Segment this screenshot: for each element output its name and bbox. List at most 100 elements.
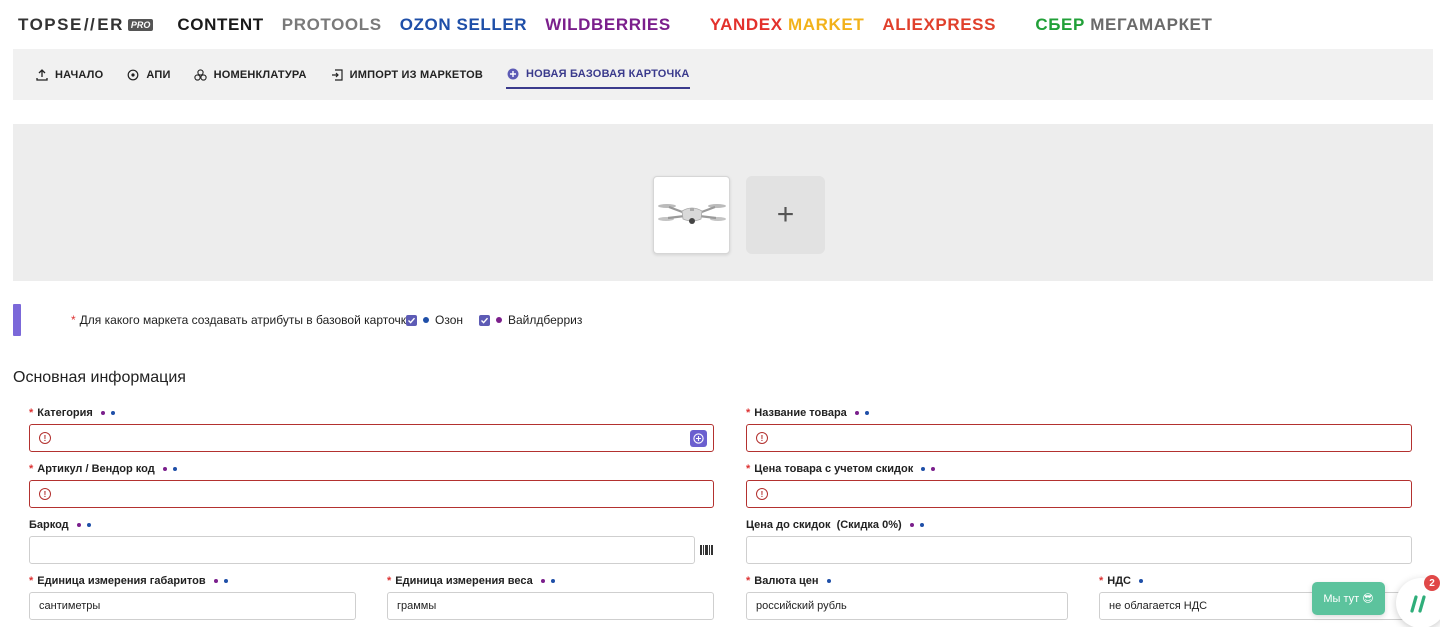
wb-dot-icon <box>76 523 81 527</box>
import-icon <box>330 68 344 82</box>
add-image-button[interactable]: + <box>746 176 825 254</box>
nomenclature-icon <box>194 68 208 82</box>
topnav-ozon-seller[interactable]: OZON SELLER <box>400 15 528 35</box>
checkbox-checked-icon <box>479 314 490 326</box>
error-icon: ! <box>39 432 51 444</box>
vat-value: не облагается НДС <box>1109 600 1208 612</box>
currency-label-text: Валюта цен <box>754 575 819 587</box>
barcode-generate-icon[interactable] <box>700 545 713 555</box>
ozon-dot-icon <box>864 411 869 415</box>
topnav-yandex-part: YANDEX <box>709 15 789 34</box>
vat-label-text: НДС <box>1107 575 1132 587</box>
market-dots <box>100 411 121 415</box>
ozon-dot-icon <box>86 523 91 527</box>
market-dots <box>826 579 837 583</box>
required-mark: * <box>29 575 34 587</box>
category-input[interactable]: ! <box>29 424 714 452</box>
topnav-yandex-market[interactable]: YANDEX MARKET <box>689 0 865 55</box>
chat-notification-badge: 2 <box>1424 575 1440 591</box>
currency-select[interactable]: российский рубль <box>746 592 1068 620</box>
drone-image <box>657 204 726 224</box>
subnav-item-api[interactable]: АПИ <box>126 65 170 85</box>
dim-unit-label: * Единица измерения габаритов <box>29 575 234 587</box>
market-dots <box>162 467 183 471</box>
topnav-protools[interactable]: PROTOOLS <box>282 15 382 35</box>
subnav-item-label: НАЧАЛО <box>55 69 104 81</box>
logo-text-end: ER <box>97 15 124 34</box>
product-image-thumbnail[interactable] <box>653 176 730 254</box>
checkbox-ozon[interactable]: Озон <box>406 313 463 327</box>
topnav-wildberries[interactable]: WILDBERRIES <box>545 15 671 35</box>
article-input[interactable]: ! <box>29 480 714 508</box>
category-label-text: Категория <box>37 407 93 419</box>
required-mark: * <box>746 463 751 475</box>
topnav-sber-megamarket[interactable]: СБЕР МЕГАМАРКЕТ <box>1014 0 1212 55</box>
section-title: Основная информация <box>13 369 186 386</box>
article-label: * Артикул / Вендор код <box>29 463 183 475</box>
barcode-input[interactable] <box>29 536 695 564</box>
price-discount-label-text: Цена товара с учетом скидок <box>754 463 914 475</box>
required-mark: * <box>71 313 76 327</box>
market-dots <box>213 579 234 583</box>
ozon-dot-icon <box>921 467 926 471</box>
wb-dot-icon <box>909 523 914 527</box>
market-selection-row: * Для какого маркета создавать атрибуты в… <box>13 304 813 336</box>
required-mark: * <box>746 575 751 587</box>
upload-icon <box>35 68 49 82</box>
subnav-item-label: АПИ <box>146 69 171 81</box>
error-icon: ! <box>756 432 768 444</box>
topnav-aliexpress[interactable]: ALIEXPRESS <box>882 15 996 35</box>
category-picker-button[interactable] <box>690 430 707 447</box>
required-mark: * <box>29 407 34 419</box>
price-discount-label: * Цена товара с учетом скидок <box>746 463 941 475</box>
wildberries-dot-icon <box>496 317 502 323</box>
currency-value: российский рубль <box>756 600 847 612</box>
chat-logo-icon <box>1410 595 1426 613</box>
market-question: * Для какого маркета создавать атрибуты в… <box>71 313 416 327</box>
wb-dot-icon <box>540 579 545 583</box>
market-question-text: Для какого маркета создавать атрибуты в … <box>79 313 417 327</box>
logo-slash-icon: // <box>83 15 97 34</box>
product-name-input[interactable]: ! <box>746 424 1412 452</box>
subnav-item-nomenclature[interactable]: НОМЕНКЛАТУРА <box>194 65 307 85</box>
sub-navigation: НАЧАЛО АПИ НОМЕНКЛАТУРА ИМПОРТ ИЗ МАРКЕТ… <box>13 49 1433 100</box>
price-before-input[interactable] <box>746 536 1412 564</box>
subnav-item-new-card[interactable]: НОВАЯ БАЗОВАЯ КАРТОЧКА <box>506 65 690 89</box>
subnav-item-start[interactable]: НАЧАЛО <box>35 65 103 85</box>
article-label-text: Артикул / Вендор код <box>37 463 155 475</box>
subnav-item-label: НОМЕНКЛАТУРА <box>213 69 307 81</box>
api-icon <box>126 68 140 82</box>
subnav-item-label: НОВАЯ БАЗОВАЯ КАРТОЧКА <box>526 68 690 80</box>
required-mark: * <box>1099 575 1104 587</box>
weight-unit-select[interactable]: граммы <box>387 592 714 620</box>
checkbox-wildberries[interactable]: Вайлдберриз <box>479 313 582 327</box>
ozon-dot-icon <box>223 579 228 583</box>
price-discount-input[interactable]: ! <box>746 480 1412 508</box>
ozon-dot-icon <box>919 523 924 527</box>
subnav-item-label: ИМПОРТ ИЗ МАРКЕТОВ <box>349 69 484 81</box>
subnav-item-import[interactable]: ИМПОРТ ИЗ МАРКЕТОВ <box>330 65 483 85</box>
price-before-label-text: Цена до скидок (Скидка 0%) <box>746 519 902 531</box>
chat-greeting-bubble[interactable]: Мы тут 😎 <box>1312 582 1385 615</box>
weight-unit-value: граммы <box>397 600 437 612</box>
product-name-label: * Название товара <box>746 407 875 419</box>
logo-pro-badge: PRO <box>127 19 154 31</box>
category-label: * Категория <box>29 407 121 419</box>
market-dots <box>921 467 941 471</box>
market-dots <box>854 411 875 415</box>
vat-label: * НДС <box>1099 575 1149 587</box>
topseller-logo[interactable]: TOPSE // ER PRO <box>18 15 154 35</box>
error-icon: ! <box>39 488 51 500</box>
topnav-market-part: MARKET <box>788 15 865 34</box>
wb-dot-icon <box>100 411 105 415</box>
ozon-dot-icon <box>1139 579 1144 583</box>
dim-unit-select[interactable]: сантиметры <box>29 592 356 620</box>
market-accent-bar <box>13 304 21 336</box>
topnav-megamarket-part: МЕГАМАРКЕТ <box>1090 15 1213 34</box>
plus-circle-icon <box>506 67 520 81</box>
required-mark: * <box>746 407 751 419</box>
topnav-content[interactable]: CONTENT <box>177 15 263 35</box>
required-mark: * <box>387 575 392 587</box>
ozon-dot-icon <box>172 467 177 471</box>
market-dots <box>1139 579 1149 583</box>
